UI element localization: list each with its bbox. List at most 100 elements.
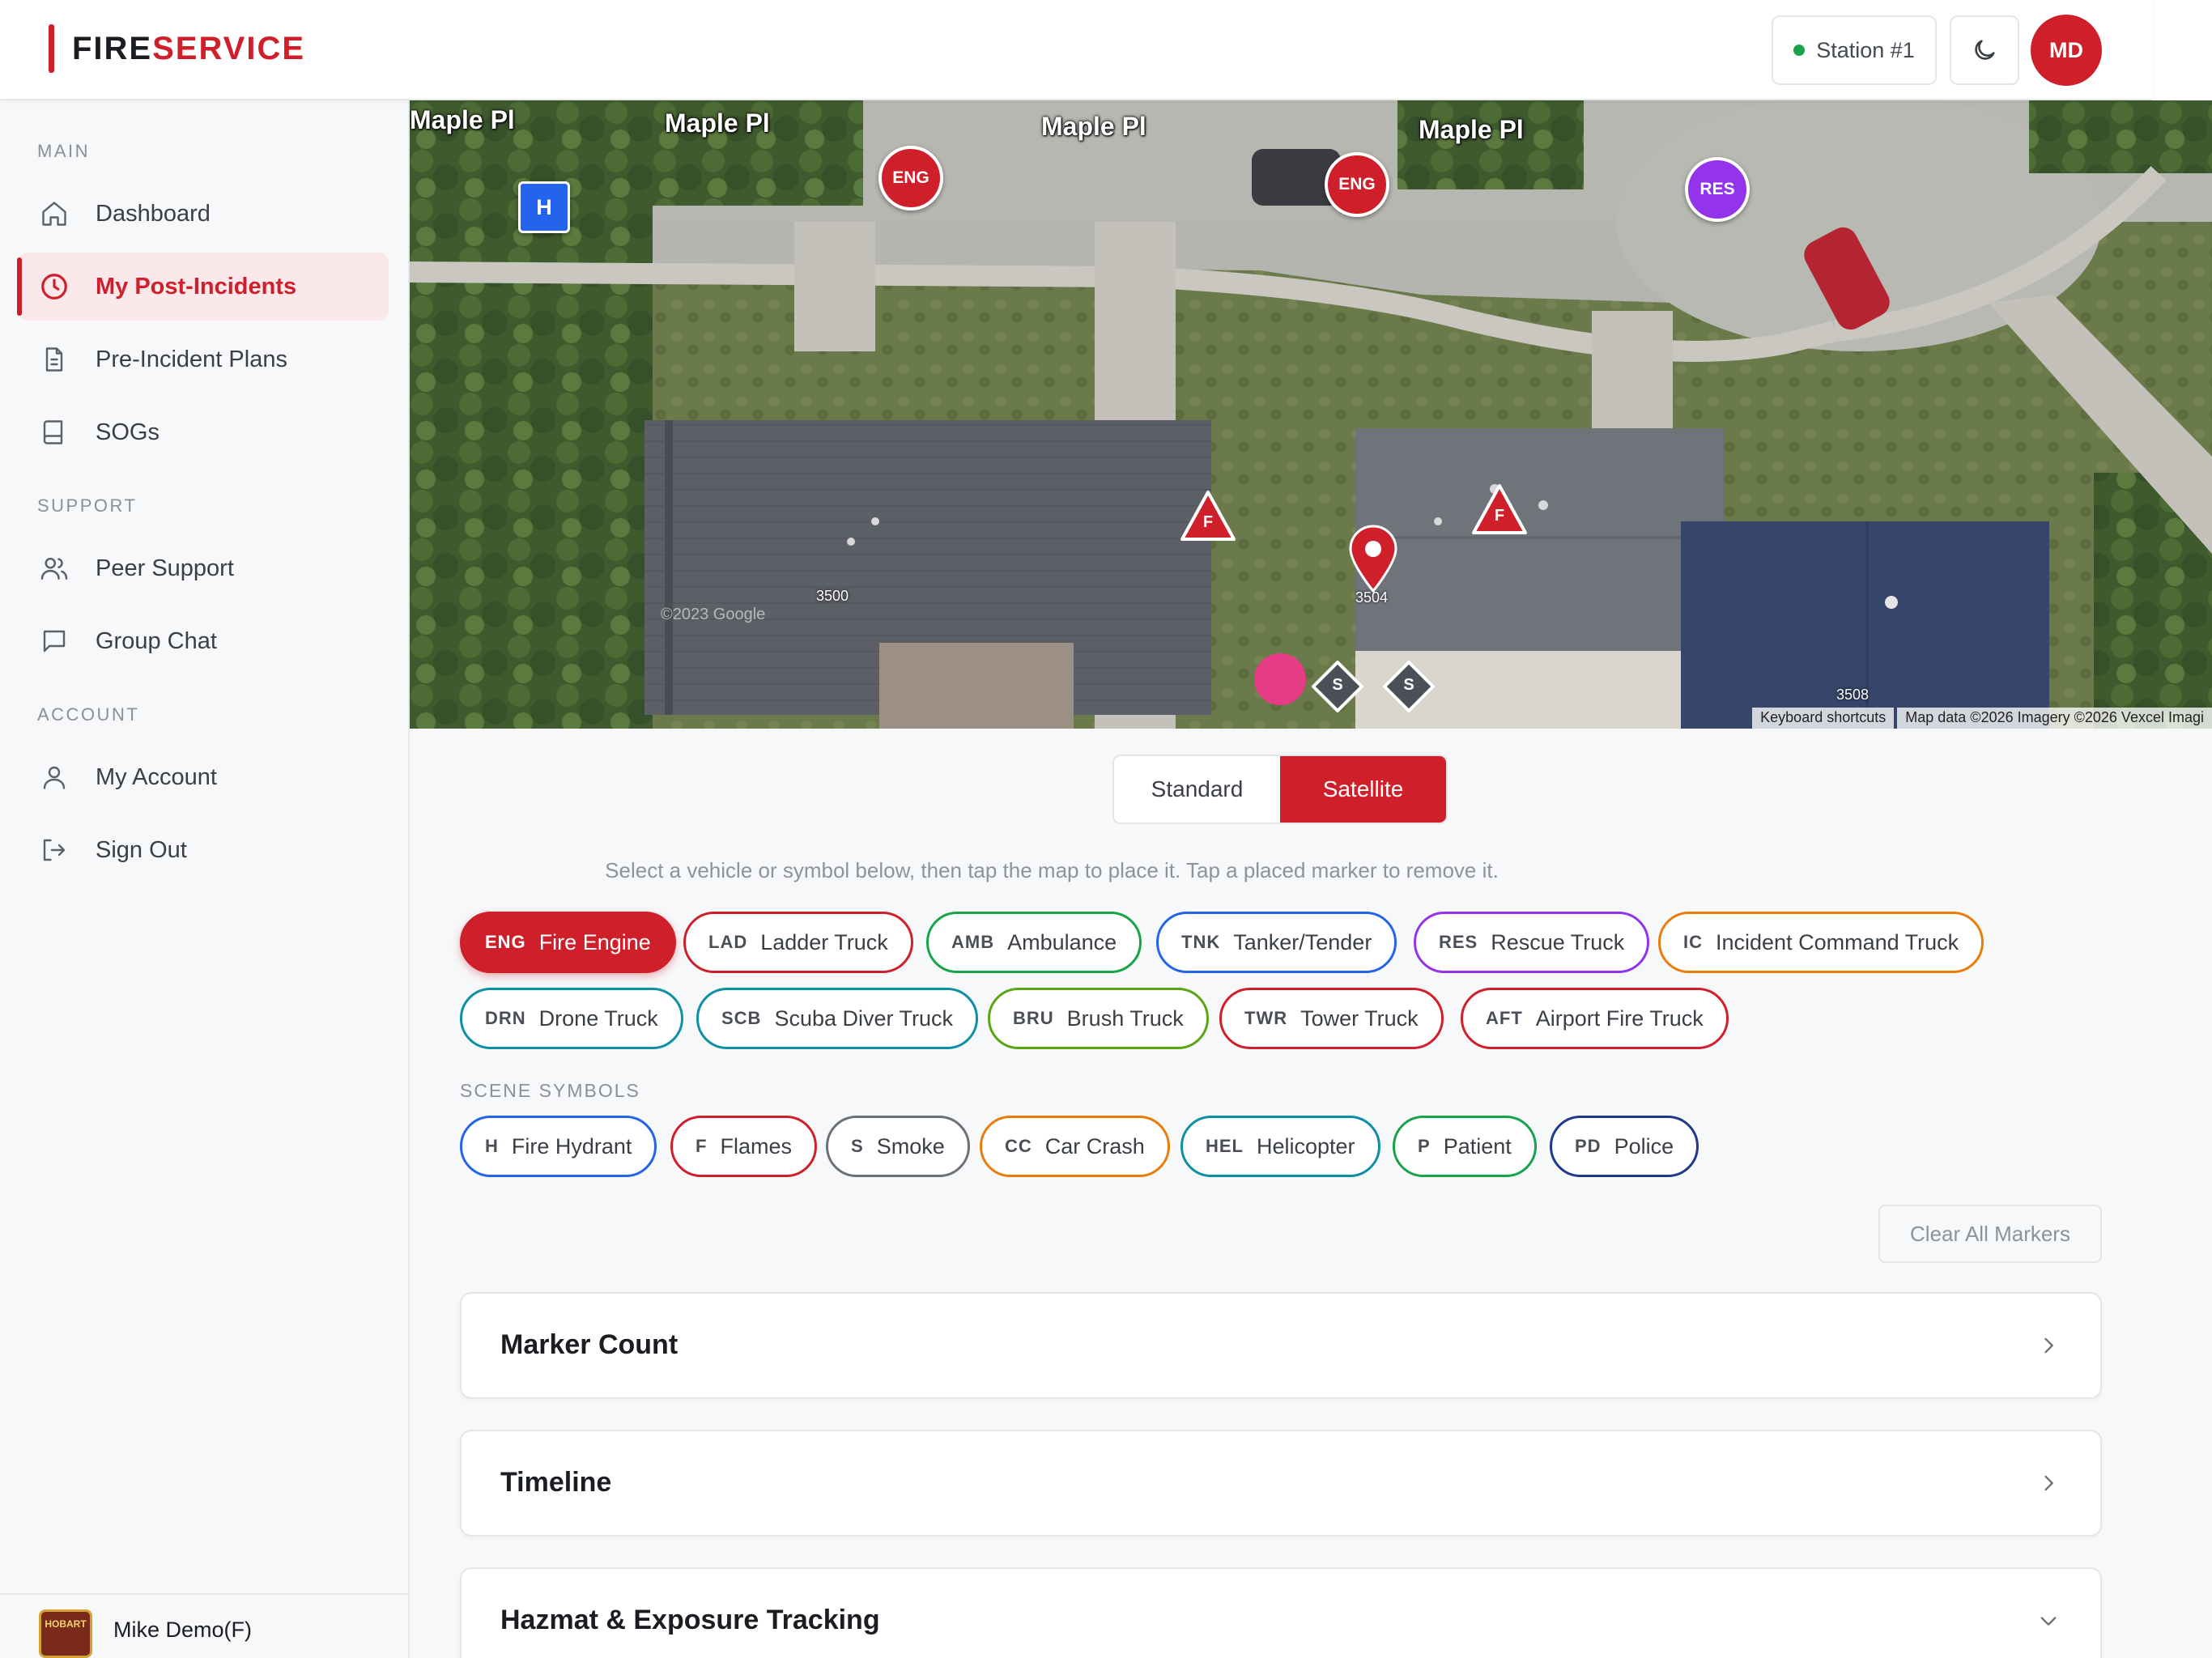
map-type-toggle: Standard Satellite [1112, 755, 1448, 824]
placed-marker-fire-engine[interactable]: ENG [878, 146, 943, 210]
chip-label: Rescue Truck [1491, 929, 1625, 954]
placed-marker-fire-engine[interactable]: ENG [1325, 152, 1389, 217]
map-type-standard-button[interactable]: Standard [1114, 756, 1280, 823]
symbol-chip-smoke[interactable]: S Smoke [826, 1116, 970, 1177]
symbol-chip-flames[interactable]: F Flames [670, 1116, 817, 1177]
marker-code: S [1403, 676, 1414, 694]
symbol-chip-fire-hydrant[interactable]: H Fire Hydrant [460, 1116, 657, 1177]
marker-code: F [1494, 507, 1505, 525]
chip-label: Tower Truck [1300, 1005, 1419, 1031]
placed-marker-fire-hydrant[interactable]: H [518, 181, 570, 233]
placed-marker-smoke[interactable]: S [1381, 659, 1436, 714]
sidebar-item-my-post-incidents[interactable]: My Post-Incidents [17, 253, 389, 321]
chip-code: CC [1005, 1136, 1032, 1156]
street-label: Maple Pl [665, 108, 770, 138]
sidebar-item-pre-incident-plans[interactable]: Pre-Incident Plans [18, 325, 389, 393]
chip-code: TWR [1244, 1008, 1288, 1028]
chip-label: Incident Command Truck [1716, 929, 1959, 954]
symbol-chip-car-crash[interactable]: CC Car Crash [980, 1116, 1170, 1177]
vehicle-chip-twr[interactable]: TWR Tower Truck [1219, 988, 1444, 1049]
user-icon [36, 759, 73, 796]
chip-label: Ladder Truck [760, 929, 888, 954]
logo-fire: FIRE [72, 30, 153, 66]
sidebar-item-label: Sign Out [96, 836, 187, 863]
vehicle-chip-aft[interactable]: AFT Airport Fire Truck [1461, 988, 1729, 1049]
selected-location-pin[interactable] [1347, 525, 1399, 593]
symbol-chip-helicopter[interactable]: HEL Helicopter [1180, 1116, 1380, 1177]
chip-label: Police [1614, 1133, 1674, 1158]
panel-marker-count[interactable]: Marker Count [460, 1292, 2102, 1399]
house-number: 3508 [1836, 687, 1870, 703]
book-icon [36, 414, 73, 451]
vehicle-chip-lad[interactable]: LAD Ladder Truck [683, 912, 913, 973]
map-watermark: ©2023 Google [661, 606, 766, 623]
chip-label: Car Crash [1044, 1133, 1145, 1158]
sidebar-item-sogs[interactable]: SOGs [18, 398, 389, 466]
map-type-satellite-button[interactable]: Satellite [1280, 756, 1446, 823]
sidebar-section-account: ACCOUNT [37, 704, 140, 725]
sidebar-section-main: MAIN [37, 141, 90, 161]
sidebar-item-label: Peer Support [96, 555, 234, 581]
vehicle-chip-tnk[interactable]: TNK Tanker/Tender [1156, 912, 1397, 973]
placed-marker-flames[interactable]: F [1470, 483, 1529, 536]
station-selector[interactable]: Station #1 [1772, 15, 1937, 85]
chat-icon [36, 623, 73, 660]
placed-marker-flames[interactable]: F [1179, 489, 1237, 542]
symbol-chip-patient[interactable]: P Patient [1393, 1116, 1537, 1177]
sidebar-item-sign-out[interactable]: Sign Out [18, 816, 389, 884]
users-icon [36, 550, 73, 587]
panel-title: Timeline [500, 1467, 612, 1498]
chip-code: AMB [951, 932, 995, 952]
street-label: Maple Pl [410, 105, 515, 134]
incident-map[interactable]: Maple Pl Maple Pl Maple Pl Maple Pl 3500… [410, 100, 2212, 729]
sidebar: MAIN Dashboard My Post-Incidents Pre-Inc… [0, 100, 410, 1658]
chip-code: AFT [1486, 1008, 1523, 1028]
active-indicator [17, 257, 22, 316]
department-badge: HOBART [39, 1609, 92, 1658]
keyboard-shortcuts-link[interactable]: Keyboard shortcuts [1752, 708, 1895, 729]
chevron-right-icon [2034, 1469, 2063, 1498]
theme-toggle-button[interactable] [1950, 15, 2019, 85]
vehicle-chip-amb[interactable]: AMB Ambulance [926, 912, 1142, 973]
map-attribution: Keyboard shortcuts Map data ©2026 Imager… [1749, 708, 2212, 729]
app-root: FIRESERVICE Station #1 MD MAIN Dashboard… [0, 0, 2212, 1658]
sidebar-item-my-account[interactable]: My Account [18, 743, 389, 811]
placement-hint: Select a vehicle or symbol below, then t… [605, 858, 1499, 882]
logo-service: SERVICE [152, 30, 306, 66]
sidebar-user-footer[interactable]: HOBART Mike Demo(F) [0, 1593, 410, 1658]
chip-label: Patient [1443, 1133, 1512, 1158]
placed-marker-smoke[interactable]: S [1310, 659, 1365, 714]
user-avatar[interactable]: MD [2031, 15, 2102, 86]
panel-title: Marker Count [500, 1329, 678, 1360]
main-content: Standard Satellite Select a vehicle or s… [410, 729, 2212, 1658]
vehicle-chip-ic[interactable]: IC Incident Command Truck [1658, 912, 1984, 973]
chip-label: Brush Truck [1066, 1005, 1184, 1031]
clear-all-markers-button[interactable]: Clear All Markers [1878, 1205, 2102, 1263]
sidebar-item-group-chat[interactable]: Group Chat [18, 607, 389, 675]
sidebar-item-peer-support[interactable]: Peer Support [18, 534, 389, 602]
document-icon [36, 341, 73, 378]
sign-out-icon [36, 831, 73, 869]
panel-hazmat-exposure[interactable]: Hazmat & Exposure Tracking [460, 1567, 2102, 1658]
chip-code: P [1418, 1136, 1431, 1156]
chip-label: Helicopter [1257, 1133, 1355, 1158]
vehicle-chip-eng[interactable]: ENG Fire Engine [460, 912, 676, 973]
logo-accent-bar [49, 24, 54, 73]
logo-text: FIRESERVICE [72, 31, 305, 67]
vehicle-chip-res[interactable]: RES Rescue Truck [1414, 912, 1650, 973]
chip-label: Flames [720, 1133, 792, 1158]
app-logo[interactable]: FIRESERVICE [49, 24, 305, 73]
sidebar-item-dashboard[interactable]: Dashboard [18, 180, 389, 248]
chip-code: DRN [485, 1008, 526, 1028]
placed-marker-rescue-truck[interactable]: RES [1685, 157, 1750, 222]
vehicle-chip-bru[interactable]: BRU Brush Truck [988, 988, 1209, 1049]
chip-label: Drone Truck [538, 1005, 658, 1031]
panel-timeline[interactable]: Timeline [460, 1430, 2102, 1537]
vehicle-chip-scb[interactable]: SCB Scuba Diver Truck [696, 988, 979, 1049]
vehicle-chip-drn[interactable]: DRN Drone Truck [460, 988, 683, 1049]
chip-code: LAD [708, 932, 748, 952]
house-number: 3500 [816, 588, 849, 604]
chip-label: Airport Fire Truck [1535, 1005, 1704, 1031]
symbol-chip-police[interactable]: PD Police [1550, 1116, 1699, 1177]
clock-icon [36, 268, 73, 305]
